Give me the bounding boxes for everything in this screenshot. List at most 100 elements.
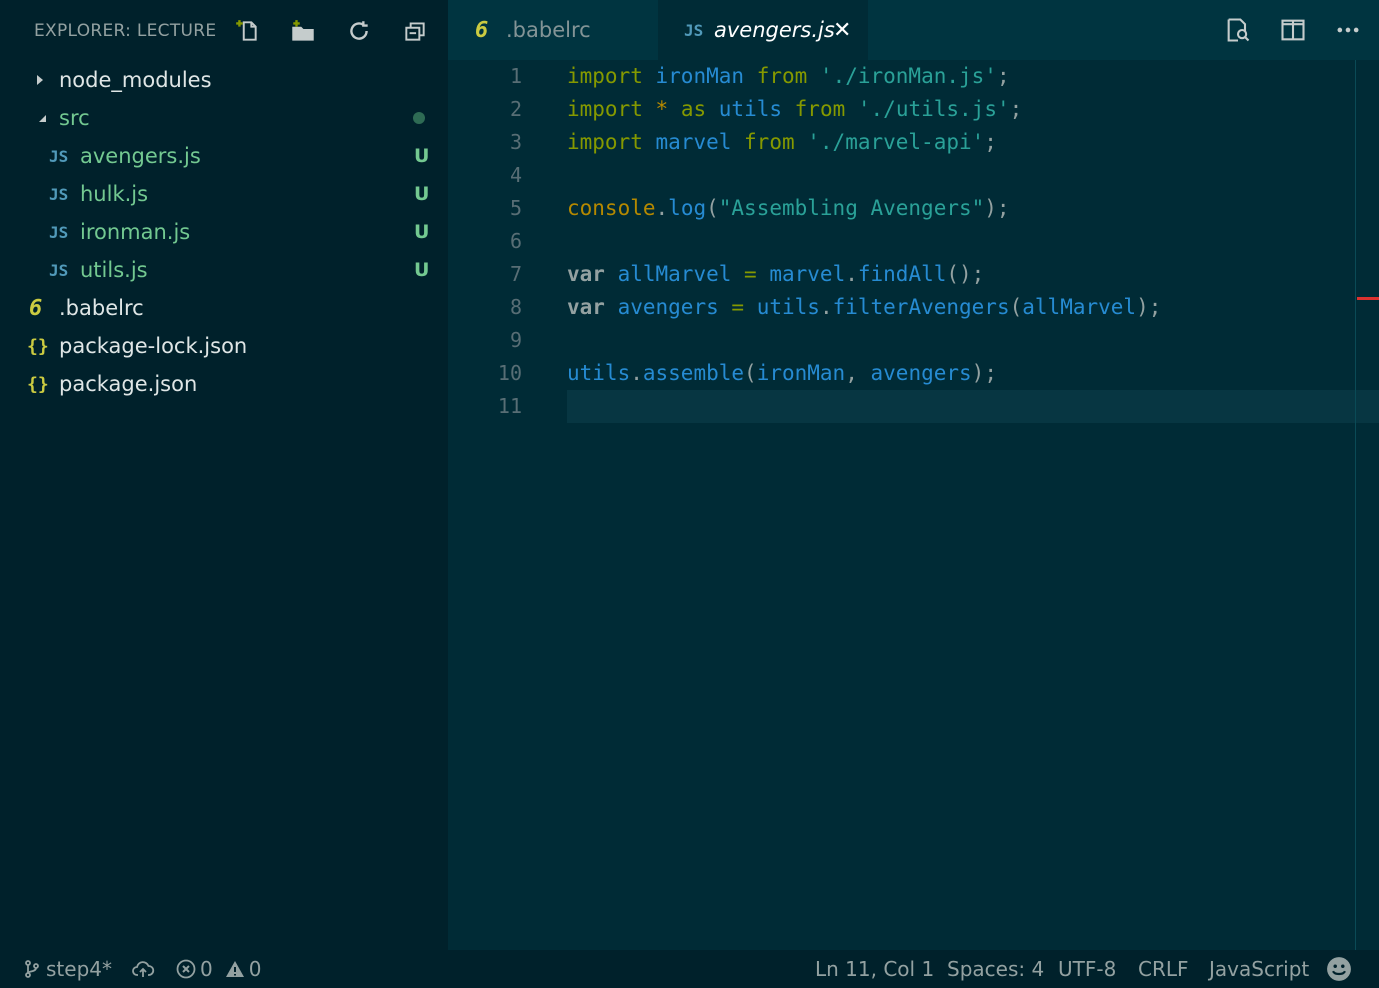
explorer-title: EXPLORER: LECTURE: [34, 21, 217, 41]
modified-dot-badge: [413, 112, 425, 124]
tab-label: .babelrc: [506, 18, 591, 42]
js-file-icon: JS: [49, 260, 69, 280]
line-number: 9: [509, 328, 522, 352]
branch-name: step4*: [46, 957, 112, 981]
tab-avengers-js[interactable]: JS avengers.js ✕: [658, 0, 868, 60]
code-line[interactable]: 10 utils.assemble(ironMan, avengers);: [448, 357, 1379, 390]
code-line[interactable]: 9: [448, 324, 1379, 357]
eol-status[interactable]: CRLF: [1138, 950, 1189, 988]
git-branch-status[interactable]: step4*: [22, 950, 112, 988]
problems-status[interactable]: 0 0: [176, 950, 261, 988]
code-text[interactable]: import ironMan from './ironMan.js';: [567, 60, 1010, 93]
tab-babelrc[interactable]: 6 .babelrc: [448, 0, 658, 60]
refresh-icon[interactable]: [344, 16, 374, 46]
tree-item-utils-js[interactable]: JS utils.js U: [0, 251, 448, 289]
explorer-header: EXPLORER: LECTURE: [0, 0, 448, 62]
vscode-window: EXPLORER: LECTURE node_modules src JS av…: [0, 0, 1379, 988]
line-number: 7: [509, 262, 522, 286]
status-bar: step4* 0 0 Ln 11, Col 1 Spaces: 4 UTF-8 …: [0, 950, 1379, 988]
editor-tabbar: 6 .babelrc JS avengers.js ✕: [448, 0, 1379, 60]
tree-item-label: package.json: [59, 372, 198, 396]
code-line[interactable]: 4: [448, 159, 1379, 192]
line-number: 1: [509, 64, 522, 88]
babel-file-icon: 6: [475, 17, 489, 43]
warning-icon: [225, 961, 244, 977]
js-file-icon: JS: [684, 20, 704, 40]
git-untracked-badge: U: [414, 145, 430, 167]
line-number: 8: [509, 295, 522, 319]
warning-count: 0: [248, 957, 262, 981]
language-mode-status[interactable]: JavaScript: [1209, 950, 1309, 988]
chevron-right-icon[interactable]: [33, 73, 47, 87]
cloud-upload-icon: [132, 961, 155, 977]
close-icon[interactable]: ✕: [833, 18, 851, 43]
line-number: 2: [509, 97, 522, 121]
tree-item-label: utils.js: [80, 258, 148, 282]
git-untracked-badge: U: [414, 183, 430, 205]
line-number: 5: [509, 196, 522, 220]
feedback-smiley-icon[interactable]: [1326, 950, 1356, 988]
tree-item-hulk-js[interactable]: JS hulk.js U: [0, 175, 448, 213]
tree-item-label: avengers.js: [80, 144, 201, 168]
line-number: 3: [509, 130, 522, 154]
tree-item-ironman-js[interactable]: JS ironman.js U: [0, 213, 448, 251]
code-text[interactable]: utils.assemble(ironMan, avengers);: [567, 357, 997, 390]
code-line[interactable]: 5 console.log("Assembling Avengers");: [448, 192, 1379, 225]
code-editor[interactable]: 1 import ironMan from './ironMan.js'; 2 …: [448, 60, 1379, 950]
code-line[interactable]: 7 var allMarvel = marvel.findAll();: [448, 258, 1379, 291]
code-line[interactable]: 11: [448, 390, 1379, 423]
code-text[interactable]: var allMarvel = marvel.findAll();: [567, 258, 984, 291]
js-file-icon: JS: [49, 146, 69, 166]
line-number: 10: [497, 361, 522, 385]
error-icon: [176, 959, 196, 979]
chevron-down-icon[interactable]: [34, 111, 48, 125]
git-untracked-badge: U: [414, 221, 430, 243]
vertical-scrollbar[interactable]: [1355, 60, 1356, 950]
babel-file-icon: 6: [29, 295, 43, 321]
git-untracked-badge: U: [414, 259, 430, 281]
tree-item-package-json[interactable]: {} package.json: [0, 365, 448, 403]
explorer-sidebar: EXPLORER: LECTURE node_modules src JS av…: [0, 0, 448, 950]
tree-item-label: node_modules: [59, 68, 212, 92]
more-actions-icon[interactable]: [1333, 15, 1363, 45]
code-line[interactable]: 6: [448, 225, 1379, 258]
code-line[interactable]: 3 import marvel from './marvel-api';: [448, 126, 1379, 159]
code-text[interactable]: var avengers = utils.filterAvengers(allM…: [567, 291, 1161, 324]
encoding-status[interactable]: UTF-8: [1058, 950, 1116, 988]
cursor-position-status[interactable]: Ln 11, Col 1: [815, 950, 934, 988]
tab-label: avengers.js: [714, 18, 835, 42]
new-folder-icon[interactable]: [288, 16, 318, 46]
sync-status[interactable]: [130, 950, 160, 988]
indentation-status[interactable]: Spaces: 4: [947, 950, 1044, 988]
line-number: 11: [497, 394, 522, 418]
tree-item-babelrc[interactable]: 6 .babelrc: [0, 289, 448, 327]
error-scroll-marker: [1357, 297, 1379, 300]
tree-item-src[interactable]: src: [0, 99, 448, 137]
js-file-icon: JS: [49, 184, 69, 204]
code-line[interactable]: 1 import ironMan from './ironMan.js';: [448, 60, 1379, 93]
code-text[interactable]: import marvel from './marvel-api';: [567, 126, 997, 159]
split-editor-icon[interactable]: [1278, 15, 1308, 45]
tree-item-package-lock-json[interactable]: {} package-lock.json: [0, 327, 448, 365]
git-branch-icon: [25, 960, 39, 978]
tree-item-label: package-lock.json: [59, 334, 248, 358]
error-count: 0: [200, 957, 213, 981]
open-preview-icon[interactable]: [1223, 15, 1253, 45]
tree-item-avengers-js[interactable]: JS avengers.js U: [0, 137, 448, 175]
line-number: 6: [509, 229, 522, 253]
new-file-icon[interactable]: [232, 16, 262, 46]
js-file-icon: JS: [49, 222, 69, 242]
code-line[interactable]: 8 var avengers = utils.filterAvengers(al…: [448, 291, 1379, 324]
code-text[interactable]: import * as utils from './utils.js';: [567, 93, 1022, 126]
tree-item-label: hulk.js: [80, 182, 149, 206]
code-text[interactable]: console.log("Assembling Avengers");: [567, 192, 1010, 225]
tree-item-node-modules[interactable]: node_modules: [0, 61, 448, 99]
code-line[interactable]: 2 import * as utils from './utils.js';: [448, 93, 1379, 126]
file-tree: node_modules src JS avengers.js U JS hul…: [0, 61, 448, 403]
tree-item-label: ironman.js: [80, 220, 191, 244]
collapse-all-icon[interactable]: [400, 16, 430, 46]
json-file-icon: {}: [27, 335, 49, 357]
tree-item-label: src: [59, 106, 90, 130]
line-number: 4: [509, 163, 522, 187]
json-file-icon: {}: [27, 373, 49, 395]
